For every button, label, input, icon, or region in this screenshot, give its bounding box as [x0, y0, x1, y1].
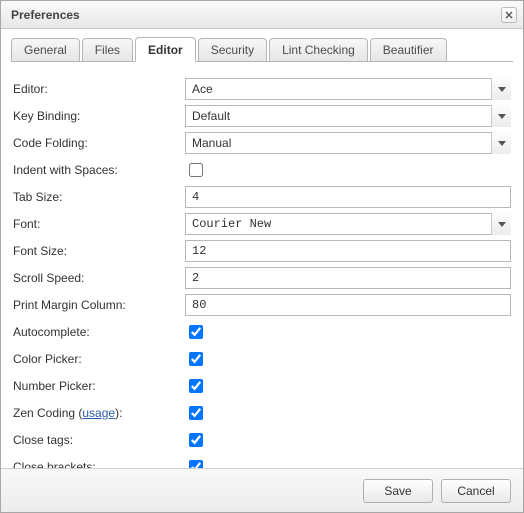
tab-size-input[interactable] — [185, 186, 511, 208]
editor-select[interactable] — [185, 78, 511, 100]
code-folding-label: Code Folding: — [13, 136, 185, 150]
dialog-body: General Files Editor Security Lint Check… — [1, 29, 523, 468]
zen-coding-label: Zen Coding (usage): — [13, 406, 185, 420]
code-folding-select[interactable] — [185, 132, 511, 154]
font-size-label: Font Size: — [13, 244, 185, 258]
zen-coding-checkbox[interactable] — [189, 406, 203, 420]
autocomplete-checkbox[interactable] — [189, 325, 203, 339]
autocomplete-label: Autocomplete: — [13, 325, 185, 339]
color-picker-label: Color Picker: — [13, 352, 185, 366]
tab-size-label: Tab Size: — [13, 190, 185, 204]
tab-panel-editor: Editor: Key Binding: Code — [11, 62, 513, 468]
number-picker-checkbox[interactable] — [189, 379, 203, 393]
editor-label: Editor: — [13, 82, 185, 96]
key-binding-label: Key Binding: — [13, 109, 185, 123]
tab-editor[interactable]: Editor — [135, 37, 196, 62]
scroll-speed-label: Scroll Speed: — [13, 271, 185, 285]
tab-bar: General Files Editor Security Lint Check… — [11, 37, 513, 62]
number-picker-label: Number Picker: — [13, 379, 185, 393]
tab-security[interactable]: Security — [198, 38, 267, 62]
close-tags-checkbox[interactable] — [189, 433, 203, 447]
dialog-footer: Save Cancel — [1, 468, 523, 512]
tab-beautifier[interactable]: Beautifier — [370, 38, 447, 62]
preferences-dialog: Preferences General Files Editor Securit… — [0, 0, 524, 513]
tab-files[interactable]: Files — [82, 38, 133, 62]
color-picker-checkbox[interactable] — [189, 352, 203, 366]
close-button[interactable] — [501, 7, 517, 23]
cancel-button[interactable]: Cancel — [441, 479, 511, 503]
print-margin-label: Print Margin Column: — [13, 298, 185, 312]
tab-general[interactable]: General — [11, 38, 80, 62]
font-select[interactable] — [185, 213, 511, 235]
indent-spaces-label: Indent with Spaces: — [13, 163, 185, 177]
zen-coding-usage-link[interactable]: usage — [82, 406, 115, 420]
close-brackets-label: Close brackets: — [13, 460, 185, 468]
font-label: Font: — [13, 217, 185, 231]
titlebar: Preferences — [1, 1, 523, 29]
close-icon — [505, 11, 513, 19]
indent-spaces-checkbox[interactable] — [189, 163, 203, 177]
print-margin-input[interactable] — [185, 294, 511, 316]
scroll-speed-input[interactable] — [185, 267, 511, 289]
save-button[interactable]: Save — [363, 479, 433, 503]
window-title: Preferences — [11, 8, 501, 22]
font-size-input[interactable] — [185, 240, 511, 262]
close-brackets-checkbox[interactable] — [189, 460, 203, 468]
close-tags-label: Close tags: — [13, 433, 185, 447]
tab-lint-checking[interactable]: Lint Checking — [269, 38, 368, 62]
key-binding-select[interactable] — [185, 105, 511, 127]
